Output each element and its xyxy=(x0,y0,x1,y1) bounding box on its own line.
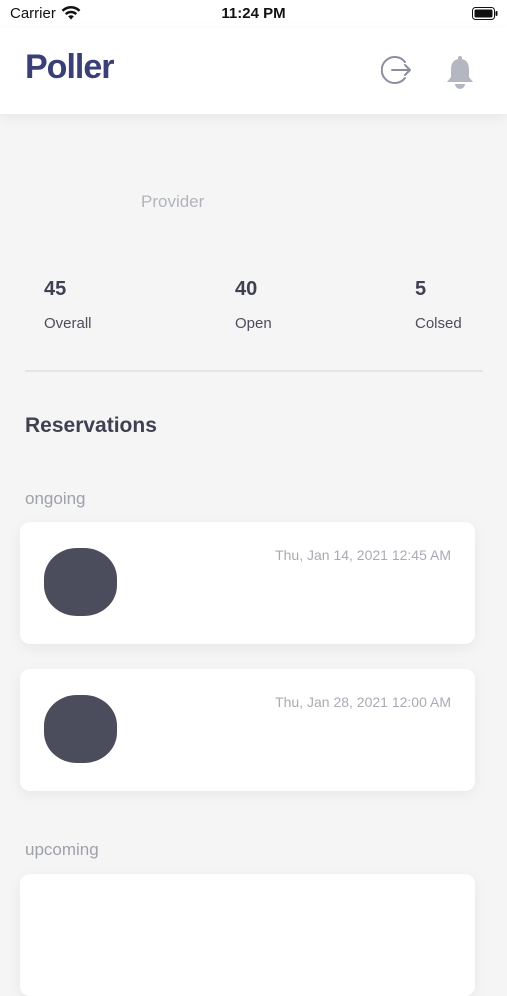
stat-label: Open xyxy=(235,315,272,332)
clock: 11:24 PM xyxy=(221,5,286,22)
provider-role-label: Provider xyxy=(141,192,205,211)
reservation-card[interactable]: Thu, Jan 14, 2021 12:45 AM xyxy=(20,522,475,644)
stat-value: 40 xyxy=(235,278,258,300)
brand-logo: Poller xyxy=(25,48,114,86)
divider xyxy=(25,370,483,372)
stat-closed: 5 Colsed xyxy=(415,278,462,332)
logout-icon[interactable] xyxy=(381,53,413,87)
stat-value: 5 xyxy=(415,278,427,300)
group-label-ongoing: ongoing xyxy=(25,489,86,508)
bell-icon[interactable] xyxy=(445,55,475,89)
reservation-card-partial[interactable] xyxy=(20,874,475,996)
avatar xyxy=(44,695,117,763)
stat-label: Colsed xyxy=(415,315,462,332)
reservation-card[interactable]: Thu, Jan 28, 2021 12:00 AM xyxy=(20,669,475,791)
status-bar: Carrier 11:24 PM xyxy=(0,0,507,28)
reservations-heading: Reservations xyxy=(25,414,157,437)
reservation-date: Thu, Jan 14, 2021 12:45 AM xyxy=(275,547,451,563)
stat-open: 40 Open xyxy=(235,278,272,332)
group-label-upcoming: upcoming xyxy=(25,840,99,859)
battery-icon xyxy=(472,7,498,20)
app-header: Poller xyxy=(0,28,507,114)
avatar xyxy=(44,548,117,616)
stat-overall: 45 Overall xyxy=(44,278,92,332)
reservation-date: Thu, Jan 28, 2021 12:00 AM xyxy=(275,694,451,710)
stat-value: 45 xyxy=(44,278,67,300)
stat-label: Overall xyxy=(44,315,92,332)
